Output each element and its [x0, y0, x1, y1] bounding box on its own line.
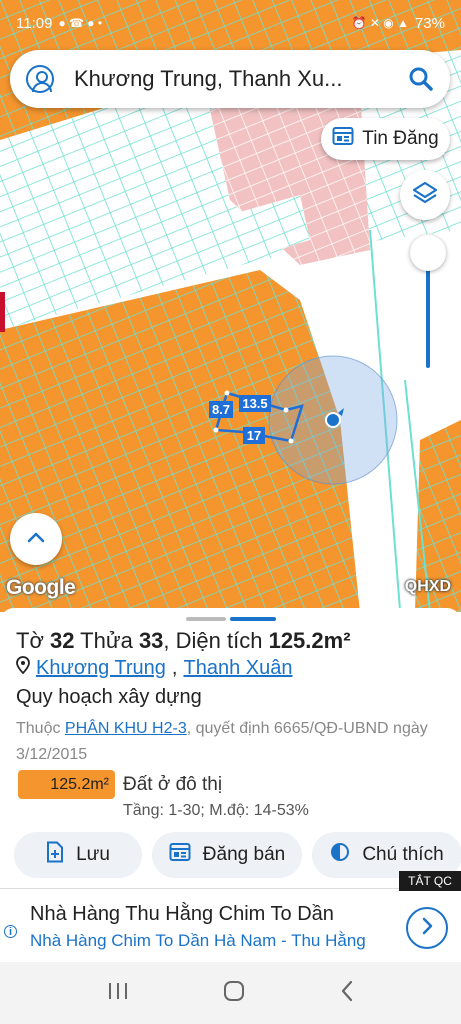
- post-sale-button[interactable]: Đăng bán: [152, 832, 302, 878]
- system-status-icons: ⏰ ✕ ◉ ▲: [351, 16, 409, 30]
- contrast-icon: [330, 842, 350, 868]
- notification-icons: ● ☎ ● •: [58, 16, 103, 30]
- google-logo: Google: [6, 576, 76, 599]
- action-chips: Lưu Đăng bán Chú thích: [14, 832, 461, 878]
- ad-info-icon[interactable]: i: [4, 925, 17, 938]
- status-time: 11:09: [16, 14, 53, 32]
- parcel-dim-bottom: 17: [247, 428, 261, 443]
- location-pin-icon: [16, 656, 30, 680]
- planning-title: Quy hoạch xây dựng: [16, 686, 202, 708]
- ad-headline: Nhà Hàng Thu Hằng Chim To Dần: [30, 903, 334, 925]
- ad-open-button[interactable]: [406, 907, 448, 949]
- area-badge: 125.2m²: [18, 770, 115, 799]
- close-ad-button[interactable]: TẮT QC: [399, 871, 461, 891]
- ward-link[interactable]: Khương Trung: [36, 657, 166, 680]
- map-layer-label: QHXD: [404, 578, 451, 595]
- land-detail: Tầng: 1-30; M.độ: 14-53%: [123, 802, 309, 819]
- parcel-title: Tờ 32 Thửa 33, Diện tích 125.2m²: [16, 628, 351, 653]
- listing-card-icon: [169, 842, 191, 868]
- save-button[interactable]: Lưu: [14, 832, 142, 878]
- battery-level: 73%: [414, 14, 445, 32]
- parcel-dim-top: 13.5: [242, 396, 267, 411]
- home-icon[interactable]: [223, 980, 245, 1007]
- listings-icon: [332, 126, 354, 152]
- district-link[interactable]: Thanh Xuân: [183, 657, 292, 680]
- back-icon[interactable]: [340, 980, 354, 1007]
- recent-apps-icon[interactable]: [107, 981, 129, 1006]
- chevron-right-icon: [421, 917, 433, 940]
- search-bar[interactable]: Khương Trung, Thanh Xu...: [10, 50, 450, 108]
- ad-banner[interactable]: TẮT QC i Nhà Hàng Thu Hằng Chim To Dần N…: [0, 871, 461, 962]
- layers-icon: [412, 180, 438, 211]
- add-file-icon: [46, 841, 64, 869]
- search-icon[interactable]: [408, 66, 434, 92]
- account-icon[interactable]: [26, 65, 54, 93]
- search-query[interactable]: Khương Trung, Thanh Xu...: [74, 66, 398, 92]
- land-type: Đất ở đô thị: [123, 774, 223, 795]
- opacity-slider-handle[interactable]: [410, 235, 446, 271]
- expand-sheet-button[interactable]: [10, 513, 62, 565]
- chevron-up-icon: [27, 530, 45, 548]
- system-nav-bar: [0, 962, 461, 1024]
- status-bar: 11:09 ● ☎ ● • ⏰ ✕ ◉ ▲ 73%: [0, 0, 461, 46]
- opacity-slider-track[interactable]: [426, 256, 430, 368]
- pager-dot: [186, 617, 226, 621]
- listings-label: Tin Đăng: [362, 128, 439, 149]
- planning-zone-link[interactable]: PHÂN KHU H2-3: [65, 720, 187, 737]
- layers-button[interactable]: [400, 170, 450, 220]
- planning-description: Thuộc PHÂN KHU H2-3, quyết định 6665/QĐ-…: [16, 720, 428, 763]
- pager-dot-active: [230, 617, 276, 621]
- sheet-pager: [186, 617, 276, 621]
- parcel-location: Khương Trung, Thanh Xuân: [16, 656, 292, 680]
- parcel-dim-left: 8.7: [212, 402, 230, 417]
- ad-subline: Nhà Hàng Chim To Dần Hà Nam - Thu Hằng: [30, 931, 366, 950]
- listings-button[interactable]: Tin Đăng: [321, 118, 450, 160]
